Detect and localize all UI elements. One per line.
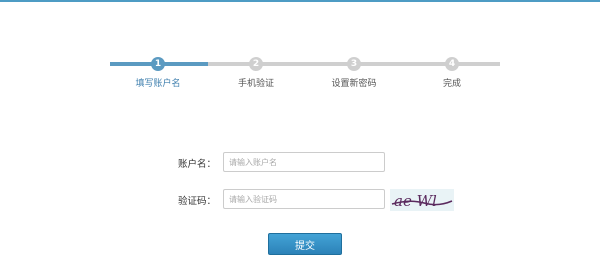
account-label: 账户名： bbox=[177, 159, 216, 170]
step-number: 2 bbox=[249, 57, 263, 71]
submit-button[interactable]: 提交 bbox=[268, 233, 342, 255]
step-label: 完成 bbox=[442, 79, 461, 89]
captcha-row: 验证码： ae Wl bbox=[0, 189, 600, 211]
account-input[interactable] bbox=[223, 152, 385, 172]
step-4: 4 完成 bbox=[412, 57, 492, 89]
captcha-label: 验证码： bbox=[177, 196, 216, 207]
progress-steps: 1 填写账户名 2 手机验证 3 设置新密码 4 完成 bbox=[110, 57, 500, 93]
account-row: 账户名： bbox=[0, 152, 600, 174]
step-number: 3 bbox=[347, 57, 361, 71]
step-label: 手机验证 bbox=[237, 79, 274, 89]
step-number: 1 bbox=[151, 57, 165, 71]
retrieve-password-page: 1 填写账户名 2 手机验证 3 设置新密码 4 完成 账户名： 验证码： ae… bbox=[0, 0, 600, 269]
step-number: 4 bbox=[445, 57, 459, 71]
captcha-input[interactable] bbox=[223, 189, 385, 209]
step-label: 填写账户名 bbox=[135, 79, 181, 89]
step-label: 设置新密码 bbox=[331, 79, 377, 89]
captcha-image[interactable]: ae Wl bbox=[390, 189, 454, 211]
step-3: 3 设置新密码 bbox=[314, 57, 394, 89]
step-1: 1 填写账户名 bbox=[118, 57, 198, 89]
step-2: 2 手机验证 bbox=[216, 57, 296, 89]
